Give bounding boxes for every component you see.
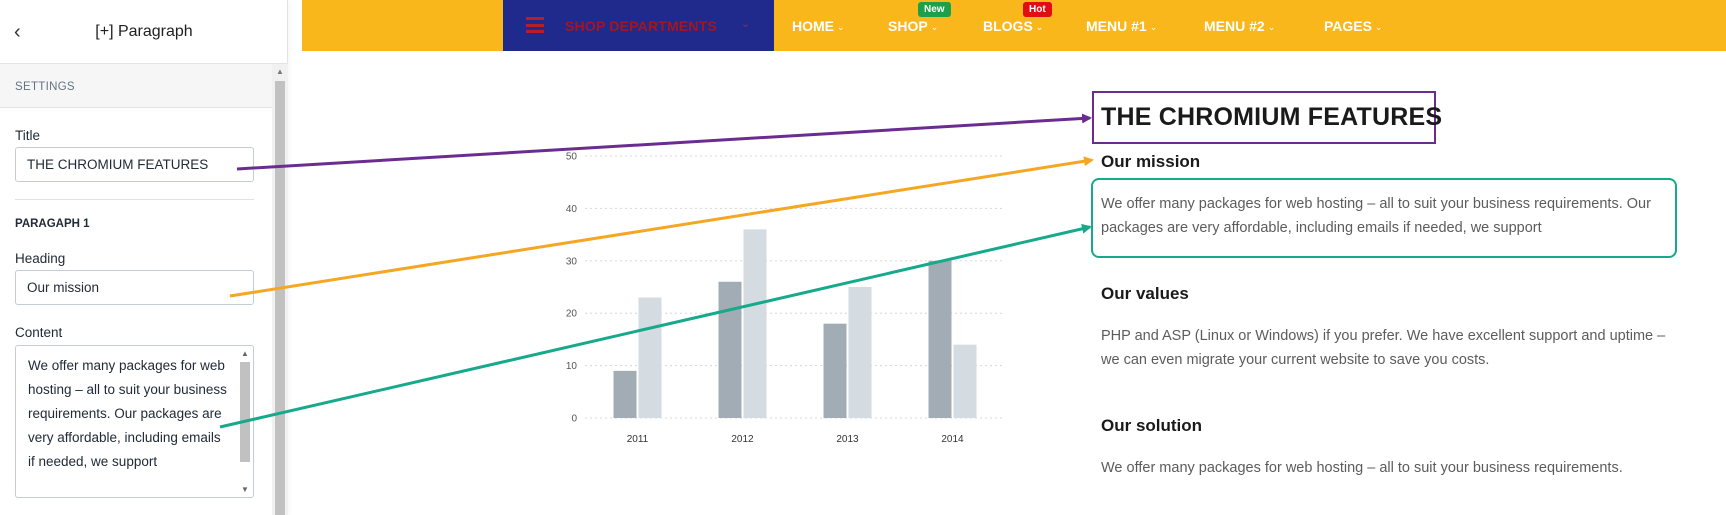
chevron-down-icon: ⌄ (741, 18, 751, 30)
settings-section-header: SETTINGS (0, 64, 272, 108)
content-textarea[interactable]: We offer many packages for web hosting –… (15, 345, 254, 498)
title-field-label: Title (15, 128, 41, 143)
nav-item-shop[interactable]: SHOP ⌄ (888, 18, 938, 34)
nav-item-pages[interactable]: PAGES ⌄ (1324, 18, 1383, 34)
section-heading-solution: Our solution (1101, 416, 1203, 435)
section-text-values: PHP and ASP (Linux or Windows) if you pr… (1101, 328, 1666, 368)
y-tick-label: 20 (566, 309, 578, 320)
x-tick-label: 2014 (941, 434, 964, 445)
scroll-thumb[interactable] (240, 362, 250, 462)
section-heading-values: Our values (1101, 284, 1189, 303)
new-badge: New (918, 2, 951, 17)
scroll-thumb[interactable] (275, 81, 285, 515)
chevron-down-icon: ⌄ (1267, 22, 1276, 32)
section-heading-mission: Our mission (1101, 152, 1201, 171)
chevron-down-icon: ⌄ (1374, 22, 1383, 32)
panel-header: ‹ [+] Paragraph (0, 0, 288, 64)
chevron-down-icon: ⌄ (1035, 22, 1044, 32)
settings-panel: ‹ [+] Paragraph SETTINGS Title PARAGAPH … (0, 0, 288, 515)
y-tick-label: 40 (566, 204, 578, 215)
x-tick-label: 2012 (731, 434, 754, 445)
y-tick-label: 30 (566, 256, 578, 267)
nav-label: PAGES (1324, 18, 1372, 34)
nav-item-blogs[interactable]: BLOGS ⌄ (983, 18, 1043, 34)
hamburger-menu-icon[interactable] (526, 17, 544, 33)
departments-label: SHOP DEPARTMENTS (565, 18, 718, 34)
nav-item-menu-2[interactable]: MENU #2 ⌄ (1204, 18, 1275, 34)
nav-label: BLOGS (983, 18, 1033, 34)
heading-field-label: Heading (15, 251, 66, 266)
panel-scrollbar[interactable]: ▲ (272, 64, 288, 515)
page-title: THE CHROMIUM FEATURES (1101, 103, 1443, 131)
bar (613, 370, 637, 418)
bar (848, 287, 872, 418)
bar (638, 297, 662, 418)
title-input[interactable] (15, 147, 254, 182)
bar (953, 344, 977, 418)
paragraph-1-label: PARAGAPH 1 (15, 218, 90, 230)
bar (718, 281, 742, 418)
y-tick-label: 10 (566, 361, 578, 372)
bar (928, 260, 952, 418)
chevron-down-icon: ⌄ (930, 22, 939, 32)
bar (743, 229, 767, 418)
x-tick-label: 2013 (836, 434, 859, 445)
scroll-up-arrow-icon[interactable]: ▲ (241, 349, 249, 358)
nav-label: MENU #1 (1086, 18, 1147, 34)
y-tick-label: 0 (571, 414, 577, 425)
section-text-mission: We offer many packages for web hosting –… (1101, 196, 1651, 236)
panel-title: [+] Paragraph (95, 23, 193, 40)
textarea-scrollbar[interactable]: ▲ ▼ (238, 346, 252, 497)
nav-item-home[interactable]: HOME ⌄ (792, 18, 845, 34)
nav-label: HOME (792, 18, 834, 34)
content-field-label: Content (15, 325, 63, 340)
section-text-solution: We offer many packages for web hosting –… (1101, 460, 1623, 476)
shop-departments-menu[interactable]: SHOP DEPARTMENTS ⌄ (503, 0, 774, 51)
nav-label: MENU #2 (1204, 18, 1265, 34)
nav-item-menu-1[interactable]: MENU #1 ⌄ (1086, 18, 1157, 34)
nav-label: SHOP (888, 18, 928, 34)
bar-chart: 0 10 20 30 40 50 2011 2012 2013 2014 (566, 152, 1005, 445)
heading-input[interactable] (15, 270, 254, 305)
scroll-down-arrow-icon[interactable]: ▼ (241, 485, 249, 494)
chevron-down-icon: ⌄ (837, 22, 845, 32)
y-tick-label: 50 (566, 152, 578, 163)
x-tick-label: 2011 (627, 434, 649, 445)
divider (15, 199, 254, 200)
top-navigation: SHOP DEPARTMENTS ⌄ HOME ⌄ SHOP ⌄ New BLOGS… (302, 0, 1726, 51)
hot-badge: Hot (1023, 2, 1052, 17)
scroll-up-arrow-icon[interactable]: ▲ (276, 67, 284, 76)
bar (823, 323, 847, 418)
chevron-down-icon: ⌄ (1149, 22, 1158, 32)
settings-label: SETTINGS (15, 81, 75, 93)
